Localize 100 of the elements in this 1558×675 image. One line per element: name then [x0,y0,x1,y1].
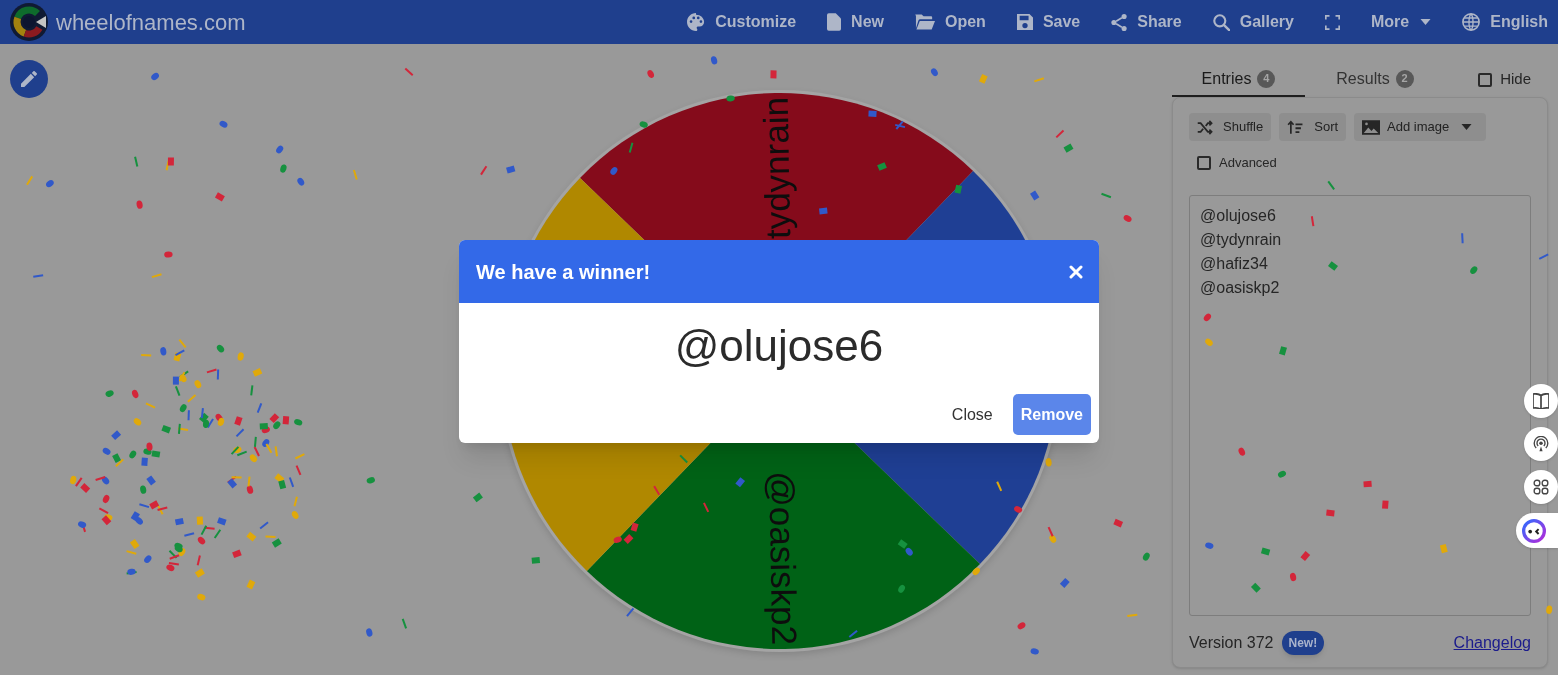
confetti-piece [134,156,139,167]
confetti-piece [1278,470,1286,478]
advanced-checkbox[interactable] [1197,156,1211,170]
confetti-piece [996,481,1003,492]
confetti-piece [1014,506,1023,513]
save-button[interactable]: Save [1016,10,1081,34]
sort-button[interactable]: Sort [1279,113,1347,141]
wheel-logo-icon [10,3,48,41]
confetti-piece [219,120,228,128]
entry-text: @tydynrain [1200,230,1282,250]
confetti-piece [1326,509,1335,517]
confetti-piece [1034,77,1045,83]
close-button[interactable] [1069,264,1083,279]
confetti-piece [1238,447,1246,456]
confetti-piece [1142,552,1150,561]
confetti-piece [978,74,988,84]
language-button[interactable]: English [1462,10,1548,34]
add-image-button[interactable]: Add image [1354,113,1487,141]
confetti-piece [46,180,54,188]
changelog-link[interactable]: Changelog [1453,631,1531,655]
confetti-piece [1461,233,1464,244]
confetti-piece [1205,542,1214,549]
edit-button[interactable] [10,60,48,98]
folder-icon [915,14,935,30]
confetti-piece [1250,582,1261,593]
search-icon [1212,13,1230,31]
entry-text: @oasiskp2 [1200,278,1280,298]
confetti-piece [214,192,225,202]
confetti-piece [848,630,858,638]
confetti-piece [1203,313,1211,322]
bot-face-icon [1522,518,1546,543]
confetti-piece [472,492,483,503]
book-button[interactable] [1524,384,1558,418]
shuffle-button[interactable]: Shuffle [1189,113,1272,141]
confetti-piece [1363,480,1372,488]
confetti-piece [1260,547,1271,556]
confetti-piece [770,70,777,79]
confetti-piece [1055,129,1065,139]
broadcast-button[interactable] [1524,427,1558,461]
winner-name: @olujose6 [674,319,884,372]
open-button[interactable]: Open [915,10,986,34]
share-icon [1111,13,1128,31]
grid-icon [1533,479,1549,495]
confetti-piece [653,485,661,496]
segment-label: tydynrain [755,96,798,240]
confetti-piece [1439,544,1448,554]
fullscreen-button[interactable] [1325,14,1340,30]
confetti-piece [352,169,358,180]
confetti-piece [276,145,284,154]
confetti-piece [1030,648,1039,655]
assistant-button[interactable] [1516,513,1558,548]
confetti-piece [366,628,373,637]
close-text-button[interactable]: Close [949,394,995,435]
confetti-piece [703,502,710,513]
confetti-piece [877,162,887,171]
entry-text: @olujose6 [1200,206,1276,226]
new-button[interactable]: New [827,10,884,34]
entries-field[interactable]: @olujose6 @tydynrain @hafiz34 @oasiskp2 [1189,195,1531,616]
confetti-piece [1123,215,1132,222]
confetti-piece [1113,518,1124,528]
confetti-piece [1328,261,1338,271]
site-name[interactable]: wheelofnames.com [56,5,246,39]
grid-button[interactable] [1524,470,1558,504]
caret-icon [1461,124,1473,130]
book-icon [1533,393,1549,409]
globe-icon [1462,13,1481,31]
remove-button[interactable]: Remove [1012,394,1091,435]
confetti-piece [297,177,305,186]
confetti-piece [280,164,287,173]
gallery-button[interactable]: Gallery [1212,10,1294,34]
confetti-piece [868,110,877,117]
advanced-label[interactable]: Advanced [1219,153,1277,173]
confetti-piece [819,207,828,215]
confetti-piece [136,200,143,209]
version-text: Version 372 [1189,633,1274,653]
hide-checkbox[interactable] [1478,72,1493,87]
confetti-piece [1101,192,1112,199]
confetti-piece [26,175,34,186]
hide-label[interactable]: Hide [1500,68,1531,91]
confetti-piece [1017,622,1026,630]
confetti-piece [898,584,905,593]
fullscreen-icon [1325,14,1340,30]
more-menu-button[interactable]: More [1371,10,1432,34]
confetti-piece [1290,572,1297,582]
confetti-piece [1030,190,1040,201]
shuffle-icon [1197,119,1213,135]
confetti-piece [1205,338,1213,346]
count-badge: 4 [1257,69,1276,88]
confetti-piece [404,67,414,76]
confetti-piece [1045,458,1052,467]
confetti-piece [1059,577,1070,588]
confetti-piece [1327,180,1335,191]
tab[interactable]: Results 2 [1305,62,1445,97]
confetti-piece [1538,253,1549,260]
confetti-piece [954,184,963,194]
confetti-piece [610,167,618,175]
confetti-piece [1063,143,1074,153]
share-button[interactable]: Share [1111,10,1182,34]
customize-button[interactable]: Customize [687,10,797,34]
confetti-piece [735,477,746,488]
